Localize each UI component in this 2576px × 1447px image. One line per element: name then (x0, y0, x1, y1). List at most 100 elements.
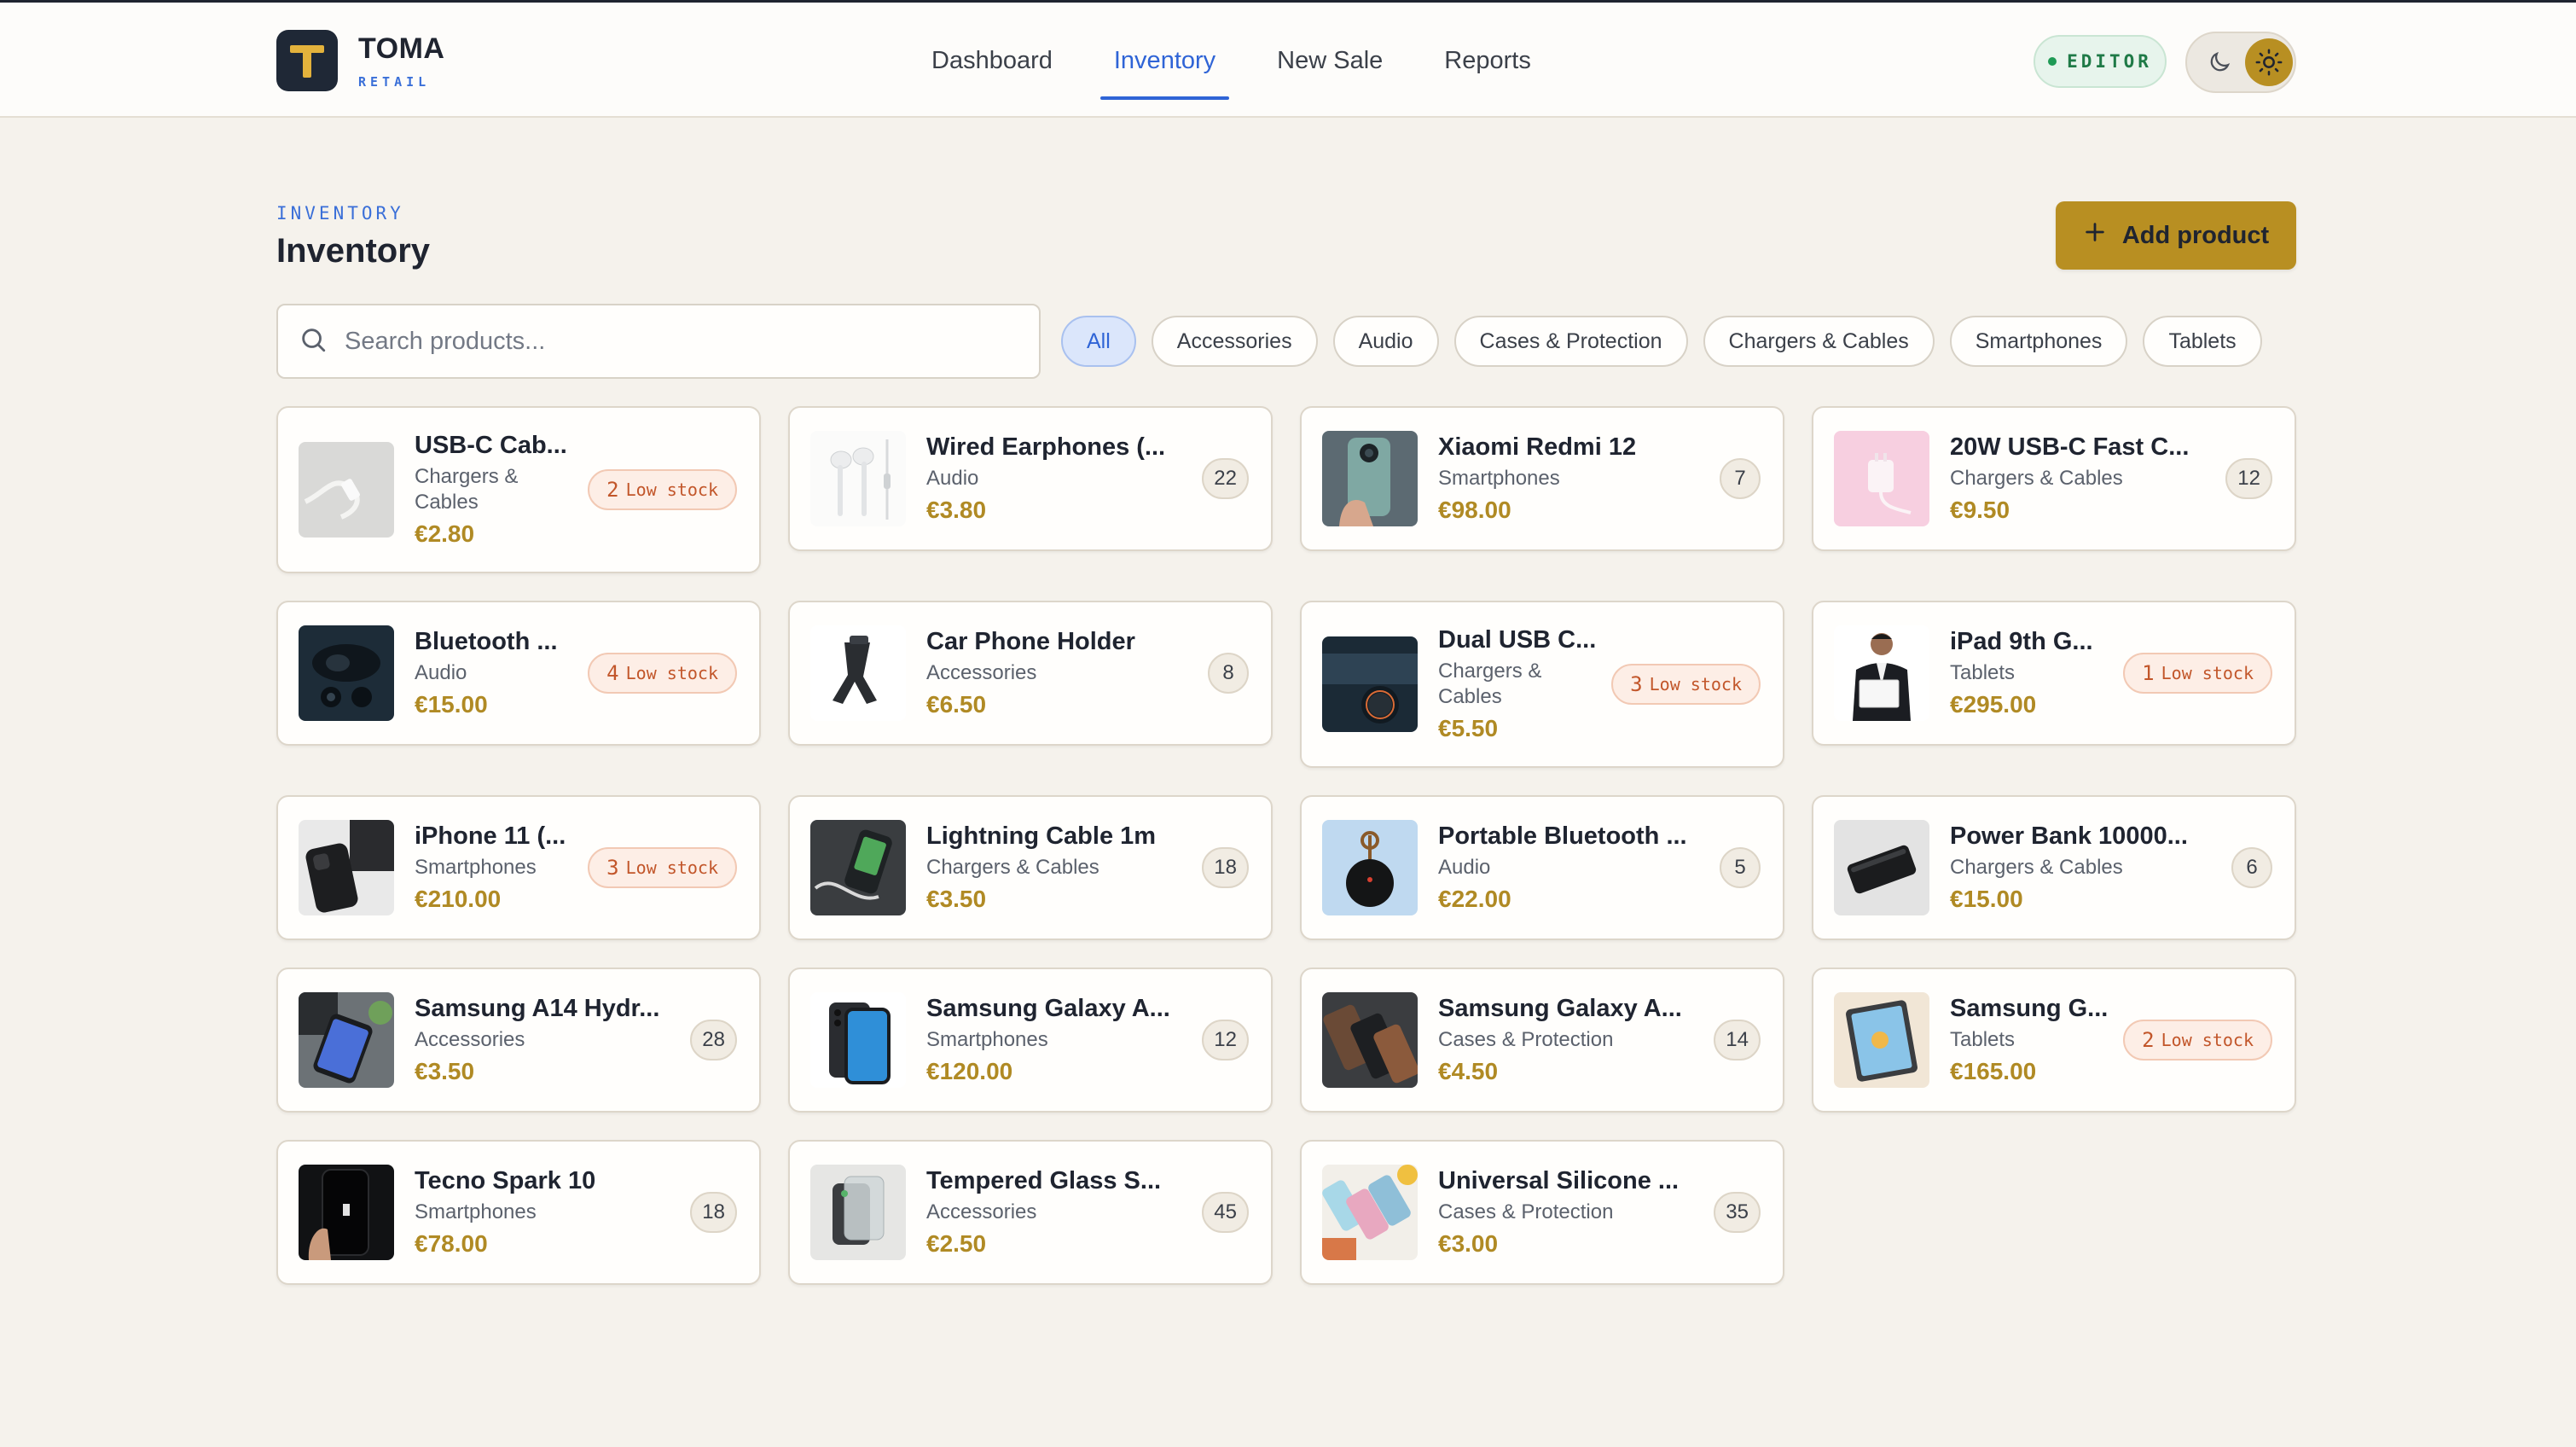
product-category: Chargers & Cables (1438, 660, 1542, 708)
search-input[interactable] (345, 327, 1010, 356)
product-card[interactable]: Lightning Cable 1m Chargers & Cables €3.50… (788, 795, 1273, 940)
stock-count-badge: 18 (1202, 847, 1249, 888)
product-card[interactable]: Samsung G... Tablets €165.00 2 Low stock (1812, 968, 2296, 1113)
product-card[interactable]: USB-C Cab... Chargers & Cables €2.80 2 Low s… (276, 406, 761, 573)
nav-inventory[interactable]: Inventory (1087, 3, 1243, 119)
filter-accessories[interactable]: Accessories (1151, 316, 1318, 367)
role-badge: EDITOR (2034, 35, 2167, 88)
product-card[interactable]: Portable Bluetooth ... Audio €22.00 5 (1300, 795, 1784, 940)
stock-count: 3 (1630, 672, 1643, 696)
nav-new-sale[interactable]: New Sale (1250, 3, 1410, 119)
product-price: €4.50 (1438, 1058, 1499, 1084)
product-category: Audio (415, 661, 467, 684)
product-price: €78.00 (415, 1230, 488, 1257)
sun-icon[interactable] (2245, 38, 2293, 86)
tablet-art-image (1834, 992, 1929, 1088)
filter-chargers-cables[interactable]: Chargers & Cables (1703, 316, 1935, 367)
product-category: Chargers & Cables (926, 856, 1099, 879)
product-category: Accessories (926, 661, 1037, 684)
theme-toggle[interactable] (2185, 32, 2296, 93)
stock-count-badge: 14 (1714, 1020, 1761, 1061)
product-card[interactable]: Universal Silicone ... Cases & Protection… (1300, 1140, 1784, 1285)
stock-count-badge: 35 (1714, 1192, 1761, 1233)
product-category: Smartphones (415, 856, 537, 879)
car-charger-image (1322, 636, 1418, 732)
low-stock-badge: 1 Low stock (2123, 653, 2272, 694)
product-price: €9.50 (1950, 497, 2010, 523)
filter-audio[interactable]: Audio (1332, 316, 1439, 367)
product-name: Bluetooth ... (415, 628, 558, 655)
stock-count: 2 (606, 478, 619, 502)
brand[interactable]: TOMA RETAIL (276, 30, 444, 91)
add-product-button[interactable]: Add product (2056, 201, 2296, 270)
product-card[interactable]: iPhone 11 (... Smartphones €210.00 3 Low sto… (276, 795, 761, 940)
product-price: €165.00 (1950, 1058, 2037, 1084)
product-category: Smartphones (1438, 467, 1560, 490)
earphones-image (810, 431, 906, 526)
product-category: Chargers & Cables (1950, 467, 2123, 490)
usb-cable-image (299, 442, 394, 538)
filter-tablets[interactable]: Tablets (2143, 316, 2262, 367)
stock-count: 3 (606, 856, 619, 880)
role-label: EDITOR (2067, 51, 2152, 72)
product-name: Car Phone Holder (926, 628, 1135, 655)
nav-reports[interactable]: Reports (1417, 3, 1558, 119)
product-card[interactable]: Dual USB C... Chargers & Cables €5.50 3 Low … (1300, 601, 1784, 768)
low-stock-label: Low stock (625, 479, 718, 500)
filter-cases-protection[interactable]: Cases & Protection (1453, 316, 1688, 367)
product-card[interactable]: Car Phone Holder Accessories €6.50 8 (788, 601, 1273, 746)
product-card[interactable]: Samsung Galaxy A... Smartphones €120.00 12 (788, 968, 1273, 1113)
product-card[interactable]: 20W USB-C Fast C... Chargers & Cables €9.5… (1812, 406, 2296, 551)
glass-protector-image (810, 1165, 906, 1260)
product-card[interactable]: Power Bank 10000... Chargers & Cables €15.… (1812, 795, 2296, 940)
product-price: €3.80 (926, 497, 987, 523)
low-stock-label: Low stock (625, 663, 718, 683)
product-name: Tecno Spark 10 (415, 1167, 596, 1194)
nav-dashboard[interactable]: Dashboard (904, 3, 1080, 119)
product-card[interactable]: Tempered Glass S... Accessories €2.50 45 (788, 1140, 1273, 1285)
phone-hand-image (1322, 431, 1418, 526)
search-box[interactable] (276, 304, 1041, 379)
add-product-label: Add product (2121, 221, 2270, 249)
product-name: Samsung A14 Hydr... (415, 995, 660, 1022)
stock-count-badge: 12 (2225, 458, 2272, 499)
product-name: Lightning Cable 1m (926, 822, 1157, 850)
page-eyebrow: INVENTORY (276, 203, 404, 224)
product-name: Portable Bluetooth ... (1438, 822, 1687, 850)
stock-count: 1 (2142, 661, 2155, 685)
page-title: Inventory (276, 232, 431, 270)
product-card[interactable]: Tecno Spark 10 Smartphones €78.00 18 (276, 1140, 761, 1285)
logo-icon (276, 30, 338, 91)
brand-name: TOMA (358, 32, 445, 65)
product-card[interactable]: Bluetooth ... Audio €15.00 4 Low stock (276, 601, 761, 746)
product-card[interactable]: Samsung Galaxy A... Cases & Protection €4.… (1300, 968, 1784, 1113)
product-name: Power Bank 10000... (1950, 822, 2188, 850)
product-price: €210.00 (415, 886, 502, 912)
stock-count: 2 (2142, 1028, 2155, 1052)
low-stock-label: Low stock (1649, 674, 1742, 694)
silicone-cases-image (1322, 1165, 1418, 1260)
product-card[interactable]: iPad 9th G... Tablets €295.00 1 Low stock (1812, 601, 2296, 746)
product-price: €295.00 (1950, 691, 2037, 718)
product-name: 20W USB-C Fast C... (1950, 433, 2190, 461)
phone-desk-image (299, 992, 394, 1088)
top-bar: TOMA RETAIL Dashboard Inventory New Sale… (0, 0, 2576, 118)
product-price: €6.50 (926, 691, 987, 718)
product-card[interactable]: Wired Earphones (... Audio €3.80 22 (788, 406, 1273, 551)
product-category: Smartphones (926, 1028, 1048, 1051)
filter-all[interactable]: All (1061, 316, 1136, 367)
product-card[interactable]: Xiaomi Redmi 12 Smartphones €98.00 7 (1300, 406, 1784, 551)
speaker-image (1322, 820, 1418, 915)
filter-smartphones[interactable]: Smartphones (1949, 316, 2128, 367)
galaxy-back-image (810, 992, 906, 1088)
product-price: €5.50 (1438, 715, 1499, 741)
moon-icon[interactable] (2202, 45, 2237, 79)
product-category: Chargers & Cables (415, 465, 519, 514)
product-category: Audio (1438, 856, 1491, 879)
low-stock-label: Low stock (625, 857, 718, 878)
product-price: €120.00 (926, 1058, 1013, 1084)
product-price: €3.50 (926, 886, 987, 912)
category-filters: All Accessories Audio Cases & Protection… (1061, 316, 2262, 367)
product-name: Universal Silicone ... (1438, 1167, 1680, 1194)
product-card[interactable]: Samsung A14 Hydr... Accessories €3.50 28 (276, 968, 761, 1113)
